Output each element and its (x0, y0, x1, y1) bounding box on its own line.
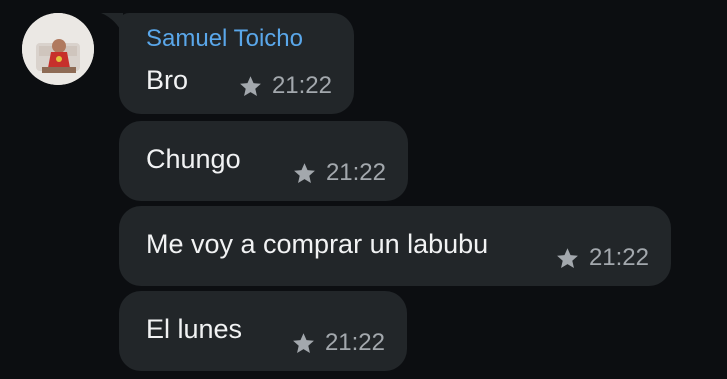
message-text: Me voy a comprar un labubu (146, 229, 489, 259)
message-bubble[interactable]: Chungo 21:22 (119, 121, 408, 201)
message-text: Bro (146, 65, 189, 95)
chat-message-group: Samuel Toicho Bro 21:22 Chungo 21:22 Me … (0, 0, 727, 379)
bubble-tail (101, 13, 123, 35)
star-icon (294, 162, 315, 183)
star-icon (293, 332, 314, 353)
message-timestamp: 21:22 (324, 329, 385, 356)
message-text: Chungo (146, 144, 241, 174)
star-icon (240, 75, 261, 96)
sender-name[interactable]: Samuel Toicho (146, 25, 303, 53)
message-meta: 21:22 (555, 244, 649, 272)
message-timestamp: 21:22 (325, 159, 386, 186)
message-timestamp: 21:22 (271, 72, 332, 99)
avatar-image (22, 13, 94, 85)
message-text: El lunes (146, 314, 243, 344)
message-bubble[interactable]: Me voy a comprar un labubu 21:22 (119, 206, 671, 286)
message-bubble[interactable]: El lunes 21:22 (119, 291, 407, 371)
message-timestamp: 21:22 (588, 244, 649, 271)
avatar[interactable] (22, 13, 94, 85)
message-meta: 21:22 (292, 159, 386, 187)
message-meta: 21:22 (291, 329, 385, 357)
message-bubble[interactable]: Samuel Toicho Bro 21:22 (101, 13, 354, 114)
message-meta: 21:22 (238, 72, 332, 100)
star-icon (557, 247, 578, 268)
